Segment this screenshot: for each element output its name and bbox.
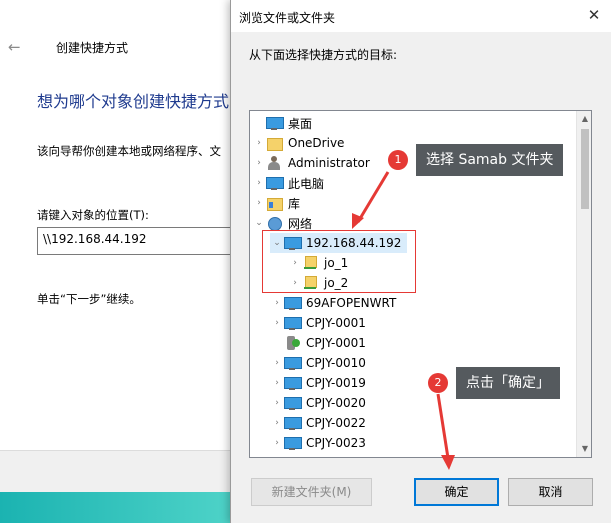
tree-item-label: 桌面 <box>288 116 313 131</box>
close-icon[interactable]: ✕ <box>583 4 605 26</box>
step2-badge: 2 <box>428 373 448 393</box>
location-input[interactable]: \\192.168.44.192 <box>37 227 237 255</box>
cancel-button[interactable]: 取消 <box>508 478 593 506</box>
tree-item-cpjy-0023[interactable]: › CPJY-0023 <box>270 433 366 453</box>
expand-arrow-icon[interactable]: › <box>270 418 284 428</box>
tree-item-desktop[interactable]: 桌面 <box>252 113 312 133</box>
tree-item-label: CPJY-0001 <box>306 336 366 350</box>
step1-callout: 选择 Samab 文件夹 <box>416 144 564 176</box>
tree-item-label: CPJY-0001 <box>306 316 366 330</box>
expand-arrow-icon[interactable]: › <box>252 198 266 208</box>
tree-item-label: 库 <box>288 196 301 211</box>
tree-item-cpjy-0010[interactable]: › CPJY-0010 <box>270 353 366 373</box>
tree-scrollbar[interactable]: ▲ ▼ <box>576 111 591 457</box>
monitor-icon <box>284 396 302 410</box>
tree-item-label: CPJY-0022 <box>306 416 366 430</box>
step2-callout: 点击「确定」 <box>456 367 560 399</box>
wizard-heading: 想为哪个对象创建快捷方式 <box>37 92 230 111</box>
tree-item-cpjy-0022[interactable]: › CPJY-0022 <box>270 413 366 433</box>
tree-item-cpjy-0019[interactable]: › CPJY-0019 <box>270 373 366 393</box>
monitor-icon <box>284 416 302 430</box>
ok-button[interactable]: 确定 <box>414 478 499 506</box>
tree-item-cpjy-0001-device[interactable]: CPJY-0001 <box>270 333 366 353</box>
network-icon <box>266 216 282 231</box>
tree-item-label: Administrator <box>288 156 370 170</box>
tree-item-label: CPJY-0023 <box>306 436 366 450</box>
tree-item-label: 69AFOPENWRT <box>306 296 397 310</box>
tree-item-label: CPJY-0010 <box>306 356 366 370</box>
expand-arrow-icon[interactable]: › <box>270 438 284 448</box>
tree-item-onedrive[interactable]: › OneDrive <box>252 133 344 153</box>
user-icon <box>266 156 282 170</box>
tree-item-label: CPJY-0019 <box>306 376 366 390</box>
tree-item-libraries[interactable]: › 库 <box>252 193 300 213</box>
tree-item-label: 此电脑 <box>288 176 325 191</box>
scroll-down-icon[interactable]: ▼ <box>577 441 591 457</box>
expand-arrow-icon[interactable]: › <box>252 158 266 168</box>
monitor-icon <box>266 176 284 190</box>
tree-item-label: CPJY-0020 <box>306 396 366 410</box>
expand-arrow-icon[interactable]: › <box>270 378 284 388</box>
monitor-icon <box>284 376 302 390</box>
folder-icon <box>266 136 283 151</box>
expand-arrow-icon[interactable]: › <box>252 178 266 188</box>
wizard-description: 该向导帮你创建本地或网络程序、文 <box>37 144 221 158</box>
tree-item-administrator[interactable]: › Administrator <box>252 153 370 173</box>
monitor-icon <box>266 116 284 130</box>
device-icon <box>284 336 300 350</box>
expand-arrow-icon[interactable]: › <box>252 138 266 148</box>
tree-item-label: 网络 <box>288 216 313 231</box>
expand-arrow-icon[interactable]: › <box>270 358 284 368</box>
location-label: 请键入对象的位置(T): <box>37 208 149 222</box>
back-arrow-icon[interactable]: ← <box>8 38 21 56</box>
expand-arrow-icon[interactable]: › <box>270 318 284 328</box>
wizard-title: 创建快捷方式 <box>56 41 129 55</box>
monitor-icon <box>284 436 302 450</box>
tree-item-label: OneDrive <box>288 136 345 150</box>
tree-item-this-pc[interactable]: › 此电脑 <box>252 173 324 193</box>
tree-item-cpjy-0020[interactable]: › CPJY-0020 <box>270 393 366 413</box>
new-folder-button[interactable]: 新建文件夹(M) <box>251 478 372 506</box>
monitor-icon <box>284 296 302 310</box>
taskbar-strip <box>0 492 232 523</box>
collapse-arrow-icon[interactable]: ⌄ <box>252 218 266 228</box>
library-icon <box>266 196 283 211</box>
expand-arrow-icon[interactable]: › <box>270 298 284 308</box>
monitor-icon <box>284 356 302 370</box>
step2-annotation: 2 点击「确定」 <box>428 367 560 399</box>
expand-arrow-icon[interactable]: › <box>270 398 284 408</box>
dialog-title: 浏览文件或文件夹 <box>239 11 336 25</box>
scroll-up-icon[interactable]: ▲ <box>577 111 591 127</box>
tree-item-69afopenwrt[interactable]: › 69AFOPENWRT <box>270 293 396 313</box>
next-hint: 单击“下一步”继续。 <box>37 292 141 306</box>
dialog-titlebar: 浏览文件或文件夹 ✕ <box>231 0 611 32</box>
step1-annotation: 1 选择 Samab 文件夹 <box>388 144 564 176</box>
scroll-thumb[interactable] <box>581 129 589 209</box>
tree-item-cpjy-0001[interactable]: › CPJY-0001 <box>270 313 366 333</box>
monitor-icon <box>284 316 302 330</box>
selection-highlight-box <box>262 230 416 293</box>
dialog-prompt: 从下面选择快捷方式的目标: <box>249 48 398 62</box>
step1-badge: 1 <box>388 150 408 170</box>
